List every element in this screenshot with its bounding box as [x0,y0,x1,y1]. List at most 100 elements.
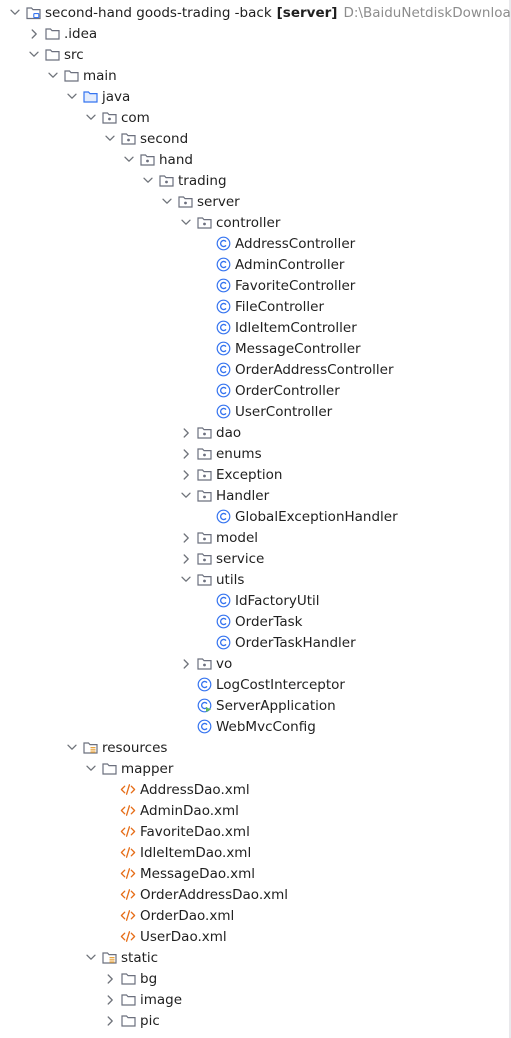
tree-row-filecontroller[interactable]: FileController [0,296,509,317]
tree-item-label: ServerApplication [216,697,336,714]
tree-item-label: dao [216,424,242,441]
tree-item-label: AddressDao.xml [140,781,250,798]
tree-row-utils[interactable]: utils [0,569,509,590]
chevron-down-icon[interactable] [179,216,193,230]
tree-row-enums[interactable]: enums [0,443,509,464]
tree-item-label: MessageDao.xml [140,865,256,882]
tree-row-userdao-xml[interactable]: UserDao.xml [0,926,509,947]
tree-row-pic[interactable]: pic [0,1010,509,1031]
tree-row-messagedao-xml[interactable]: MessageDao.xml [0,863,509,884]
package-icon [196,488,212,504]
tree-row-bg[interactable]: bg [0,968,509,989]
tree-item-label: IdleItemController [235,319,357,336]
chevron-down-icon[interactable] [160,195,174,209]
tree-item-label: LogCostInterceptor [216,676,345,693]
tree-row-idleitemcontroller[interactable]: IdleItemController [0,317,509,338]
tree-row-dao[interactable]: dao [0,422,509,443]
tree-row-messagecontroller[interactable]: MessageController [0,338,509,359]
class-icon [215,383,231,399]
tree-row-trading[interactable]: trading [0,170,509,191]
tree-row-usercontroller[interactable]: UserController [0,401,509,422]
chevron-right-icon[interactable] [103,972,117,986]
tree-row-exception[interactable]: Exception [0,464,509,485]
tree-row-admincontroller[interactable]: AdminController [0,254,509,275]
tree-row-favoritedao-xml[interactable]: FavoriteDao.xml [0,821,509,842]
tree-row-idleitemdao-xml[interactable]: IdleItemDao.xml [0,842,509,863]
tree-item-label: server [197,193,240,210]
tree-row-mapper[interactable]: mapper [0,758,509,779]
tree-row-orderdao-xml[interactable]: OrderDao.xml [0,905,509,926]
chevron-down-icon[interactable] [122,153,136,167]
class-icon [215,257,231,273]
tree-row-service[interactable]: service [0,548,509,569]
chevron-down-icon[interactable] [179,573,193,587]
chevron-right-icon[interactable] [179,552,193,566]
tree-row-addresscontroller[interactable]: AddressController [0,233,509,254]
class-icon [215,236,231,252]
tree-row-static[interactable]: static [0,947,509,968]
tree-row-handler[interactable]: Handler [0,485,509,506]
chevron-right-icon[interactable] [103,993,117,1007]
chevron-down-icon[interactable] [46,69,60,83]
chevron-down-icon[interactable] [27,48,41,62]
tree-row-second[interactable]: second [0,128,509,149]
tree-row-orderaddressdao-xml[interactable]: OrderAddressDao.xml [0,884,509,905]
chevron-right-icon[interactable] [179,531,193,545]
xml-file-icon [120,866,136,882]
chevron-right-icon[interactable] [179,657,193,671]
tree-row-admindao-xml[interactable]: AdminDao.xml [0,800,509,821]
chevron-right-icon[interactable] [179,468,193,482]
package-icon [120,131,136,147]
chevron-down-icon[interactable] [103,132,117,146]
tree-row-ordercontroller[interactable]: OrderController [0,380,509,401]
tree-row-model[interactable]: model [0,527,509,548]
chevron-down-icon[interactable] [84,951,98,965]
tree-item-label: OrderTaskHandler [235,634,356,651]
chevron-down-icon[interactable] [84,762,98,776]
tree-item-label: FavoriteDao.xml [140,823,250,840]
chevron-right-icon[interactable] [27,27,41,41]
tree-row-java[interactable]: java [0,86,509,107]
chevron-down-icon[interactable] [65,741,79,755]
tree-item-label: enums [216,445,262,462]
tree-row-addressdao-xml[interactable]: AddressDao.xml [0,779,509,800]
chevron-right-icon[interactable] [179,447,193,461]
class-icon [215,362,231,378]
tree-row-serverapplication[interactable]: ServerApplication [0,695,509,716]
tree-row-orderaddresscontroller[interactable]: OrderAddressController [0,359,509,380]
tree-row-controller[interactable]: controller [0,212,509,233]
tree-row-hand[interactable]: hand [0,149,509,170]
tree-row-webmvcconfig[interactable]: WebMvcConfig [0,716,509,737]
tree-row-server[interactable]: server [0,191,509,212]
chevron-right-icon[interactable] [103,1014,117,1028]
chevron-down-icon[interactable] [84,111,98,125]
tree-row-main[interactable]: main [0,65,509,86]
tree-row-favoritecontroller[interactable]: FavoriteController [0,275,509,296]
tree-row-logcostinterceptor[interactable]: LogCostInterceptor [0,674,509,695]
tree-row-ordertaskhandler[interactable]: OrderTaskHandler [0,632,509,653]
tree-item-label: static [121,949,159,966]
tree-item-label: utils [216,571,245,588]
tree-row-idea[interactable]: .idea [0,23,509,44]
package-icon [139,152,155,168]
package-icon [196,551,212,567]
tree-row-resources[interactable]: resources [0,737,509,758]
tree-item-label: AddressController [235,235,356,252]
tree-row-com[interactable]: com [0,107,509,128]
chevron-down-icon[interactable] [179,489,193,503]
tree-item-label: OrderAddressDao.xml [140,886,288,903]
package-icon [196,215,212,231]
tree-row-second-hand-goods-trading-back[interactable]: second-hand goods-trading -back [server] D… [0,2,511,23]
tree-row-vo[interactable]: vo [0,653,509,674]
chevron-down-icon[interactable] [141,174,155,188]
tree-row-src[interactable]: src [0,44,509,65]
tree-row-globalexceptionhandler[interactable]: GlobalExceptionHandler [0,506,509,527]
xml-file-icon [120,845,136,861]
tree-row-image[interactable]: image [0,989,509,1010]
tree-row-ordertask[interactable]: OrderTask [0,611,509,632]
chevron-right-icon[interactable] [179,426,193,440]
package-icon [177,194,193,210]
chevron-down-icon[interactable] [65,90,79,104]
chevron-down-icon[interactable] [8,6,22,20]
tree-row-idfactoryutil[interactable]: IdFactoryUtil [0,590,509,611]
